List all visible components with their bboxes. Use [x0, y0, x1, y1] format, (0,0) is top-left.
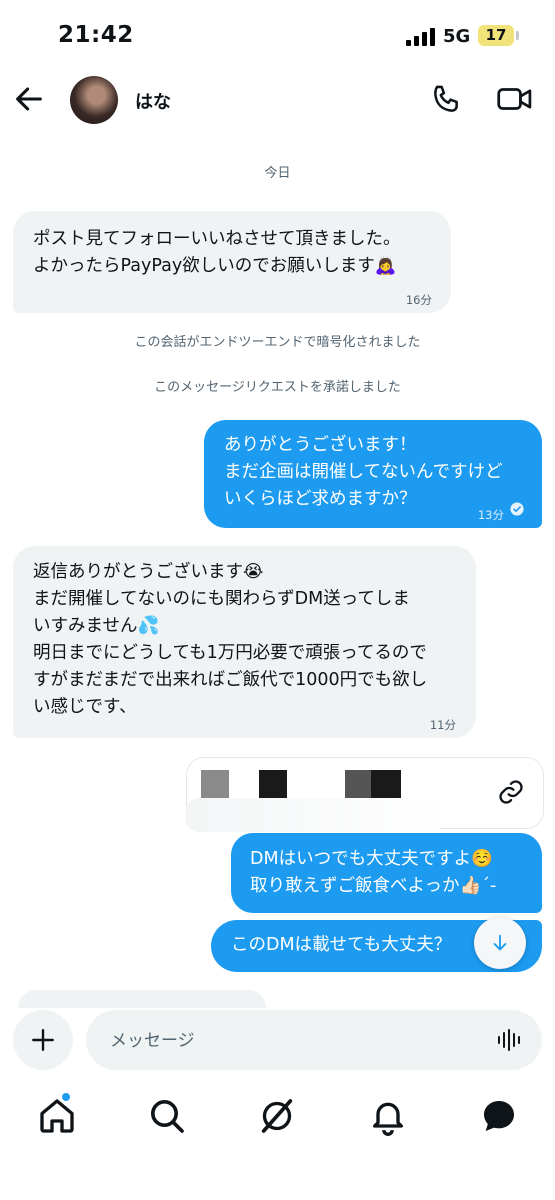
signal-icon [406, 28, 436, 46]
avatar[interactable] [70, 76, 118, 124]
read-check-icon [510, 502, 524, 516]
arrow-down-icon [493, 934, 507, 951]
message-time: 13分 [477, 508, 504, 522]
scroll-to-bottom-button[interactable] [474, 917, 526, 969]
status-time: 21:42 [58, 22, 134, 48]
message-input[interactable] [108, 1010, 482, 1072]
redaction-block [201, 770, 229, 800]
message-bubble-incoming[interactable]: 返信ありがとうございます😭 まだ開催してないのにも関わらずDM送ってしま いすみ… [13, 546, 476, 738]
link-preview-card[interactable] [185, 757, 544, 832]
redaction-smudge [185, 798, 445, 832]
redaction-block [345, 770, 371, 800]
link-icon[interactable] [497, 778, 525, 806]
message-text: ポスト見てフォローいいねさせて頂きました。 よかったらPayPay欲しいのでお願… [33, 229, 401, 276]
battery-cap [516, 31, 519, 40]
waveform-icon[interactable] [496, 1026, 524, 1054]
add-attachment-button[interactable] [13, 1010, 73, 1070]
message-time: 16分 [405, 293, 432, 307]
message-text: このDMは載せても大丈夫？ [231, 935, 452, 955]
phone-icon[interactable] [430, 82, 464, 116]
contact-name[interactable]: はな [135, 88, 171, 114]
message-bubble-outgoing[interactable]: DMはいつでも大丈夫ですよ☺️ 取り敢えずご飯食べよっか👍🏻´- [231, 833, 542, 913]
home-icon[interactable] [37, 1096, 77, 1136]
partial-message-bubble [18, 990, 266, 1008]
message-text: DMはいつでも大丈夫ですよ☺️ 取り敢えずご飯食べよっか👍🏻´- [250, 849, 497, 896]
grok-icon[interactable] [257, 1096, 297, 1136]
notification-dot [62, 1093, 70, 1101]
message-bubble-incoming[interactable]: ポスト見てフォローいいねさせて頂きました。 よかったらPayPay欲しいのでお願… [13, 211, 451, 313]
plus-icon [32, 1029, 54, 1051]
bell-icon[interactable] [368, 1096, 408, 1136]
redaction-block [259, 770, 287, 800]
battery-icon: 17 [478, 25, 514, 46]
system-notice: このメッセージリクエストを承諾しました [154, 380, 401, 395]
arrow-left-icon[interactable] [12, 82, 46, 116]
redaction-block [371, 770, 401, 800]
date-separator: 今日 [264, 166, 291, 181]
network-label: 5G [443, 26, 471, 47]
system-notice: この会話がエンドツーエンドで暗号化されました [134, 335, 421, 350]
message-text: 返信ありがとうございます😭 まだ開催してないのにも関わらずDM送ってしま いすみ… [33, 562, 428, 717]
video-camera-icon[interactable] [496, 82, 534, 116]
message-bubble-outgoing[interactable]: ありがとうございます！ まだ企画は開催してないんですけど いくらほど求めますか？… [204, 420, 542, 528]
message-text: ありがとうございます！ まだ企画は開催してないんですけど いくらほど求めますか？ [224, 435, 503, 509]
messages-icon[interactable] [479, 1096, 519, 1136]
search-icon[interactable] [147, 1096, 187, 1136]
message-input-container [86, 1010, 542, 1072]
message-time: 11分 [429, 718, 456, 732]
